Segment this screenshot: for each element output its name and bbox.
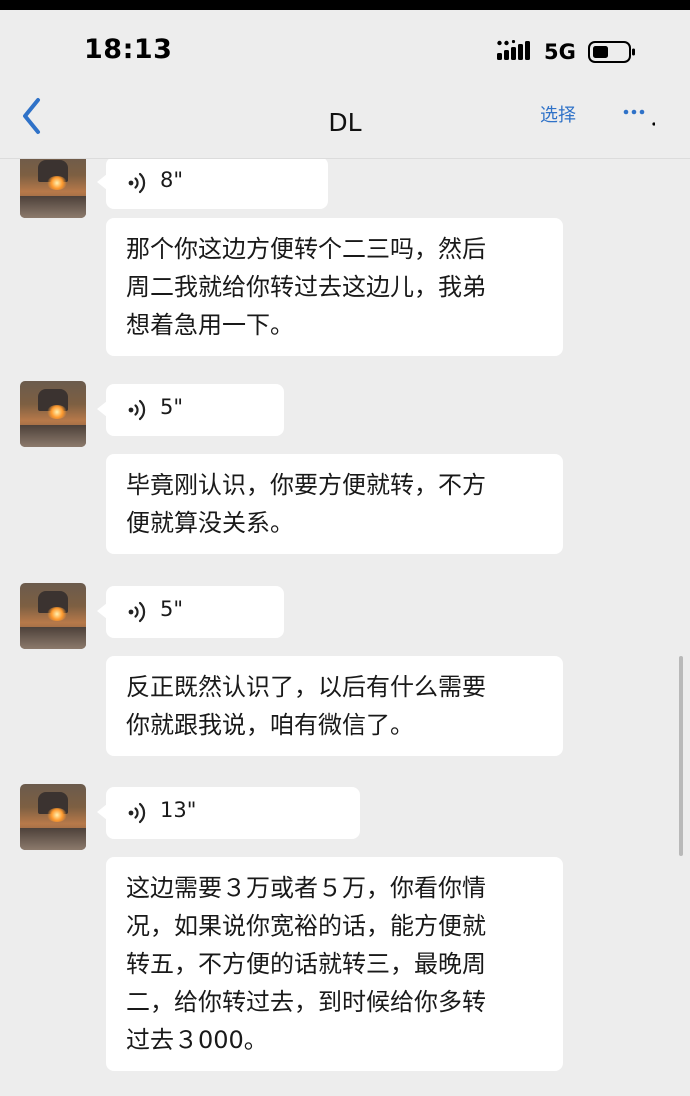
status-bar: 18:13 5G xyxy=(0,10,690,90)
voice-wave-icon xyxy=(128,399,146,421)
text-message[interactable]: 反正既然认识了，以后有什么需要 你就跟我说，咱有微信了。 xyxy=(106,656,563,756)
voice-duration: 13" xyxy=(160,798,197,822)
avatar[interactable] xyxy=(20,159,86,218)
voice-wave-icon xyxy=(128,802,146,824)
voice-duration: 5" xyxy=(160,395,184,419)
voice-duration: 8" xyxy=(160,168,184,192)
message-text-line: 想着急用一下。 xyxy=(126,311,294,339)
voice-message[interactable]: 5" xyxy=(97,586,284,638)
avatar[interactable] xyxy=(20,583,86,649)
voice-message[interactable]: 8" xyxy=(97,159,328,209)
message-text-line: 你就跟我说，咱有微信了。 xyxy=(126,711,414,739)
message-text-line: 这边需要３万或者５万，你看你情 xyxy=(126,874,486,902)
network-type-label: 5G xyxy=(544,40,576,64)
voice-message[interactable]: 13" xyxy=(97,787,360,839)
message-text-line: 二，给你转过去，到时候给你多转 xyxy=(126,988,486,1016)
message-text-line: 周二我就给你转过去这边儿，我弟 xyxy=(126,273,486,301)
avatar[interactable] xyxy=(20,784,86,850)
more-dots-icon[interactable] xyxy=(615,100,655,126)
cellular-signal-icon xyxy=(497,40,530,60)
voice-message[interactable]: 5" xyxy=(97,384,284,436)
top-edge xyxy=(0,0,690,10)
chat-header: DL 选择 xyxy=(0,90,690,159)
battery-icon xyxy=(588,41,635,63)
text-message[interactable]: 毕竟刚认识，你要方便就转，不方 便就算没关系。 xyxy=(106,454,563,554)
message-text-line: 过去３000。 xyxy=(126,1026,268,1054)
message-text-line: 那个你这边方便转个二三吗，然后 xyxy=(126,235,486,263)
message-text-line: 便就算没关系。 xyxy=(126,509,294,537)
text-message[interactable]: 那个你这边方便转个二三吗，然后 周二我就给你转过去这边儿，我弟 想着急用一下。 xyxy=(106,218,563,356)
text-message[interactable]: 这边需要３万或者５万，你看你情 况，如果说你宽裕的话，能方便就 转五，不方便的话… xyxy=(106,857,563,1071)
avatar[interactable] xyxy=(20,381,86,447)
select-button[interactable]: 选择 xyxy=(540,101,576,127)
status-time: 18:13 xyxy=(84,34,173,65)
voice-duration: 5" xyxy=(160,597,184,621)
scrollbar[interactable] xyxy=(679,656,683,856)
chat-title: DL xyxy=(328,108,362,137)
message-text-line: 况，如果说你宽裕的话，能方便就 xyxy=(126,912,486,940)
voice-wave-icon xyxy=(128,601,146,623)
message-text-line: 转五，不方便的话就转三，最晚周 xyxy=(126,950,486,978)
message-list[interactable]: 8" 那个你这边方便转个二三吗，然后 周二我就给你转过去这边儿，我弟 想着急用一… xyxy=(0,159,690,1096)
message-text-line: 反正既然认识了，以后有什么需要 xyxy=(126,673,486,701)
voice-wave-icon xyxy=(128,172,146,194)
message-text-line: 毕竟刚认识，你要方便就转，不方 xyxy=(126,471,486,499)
